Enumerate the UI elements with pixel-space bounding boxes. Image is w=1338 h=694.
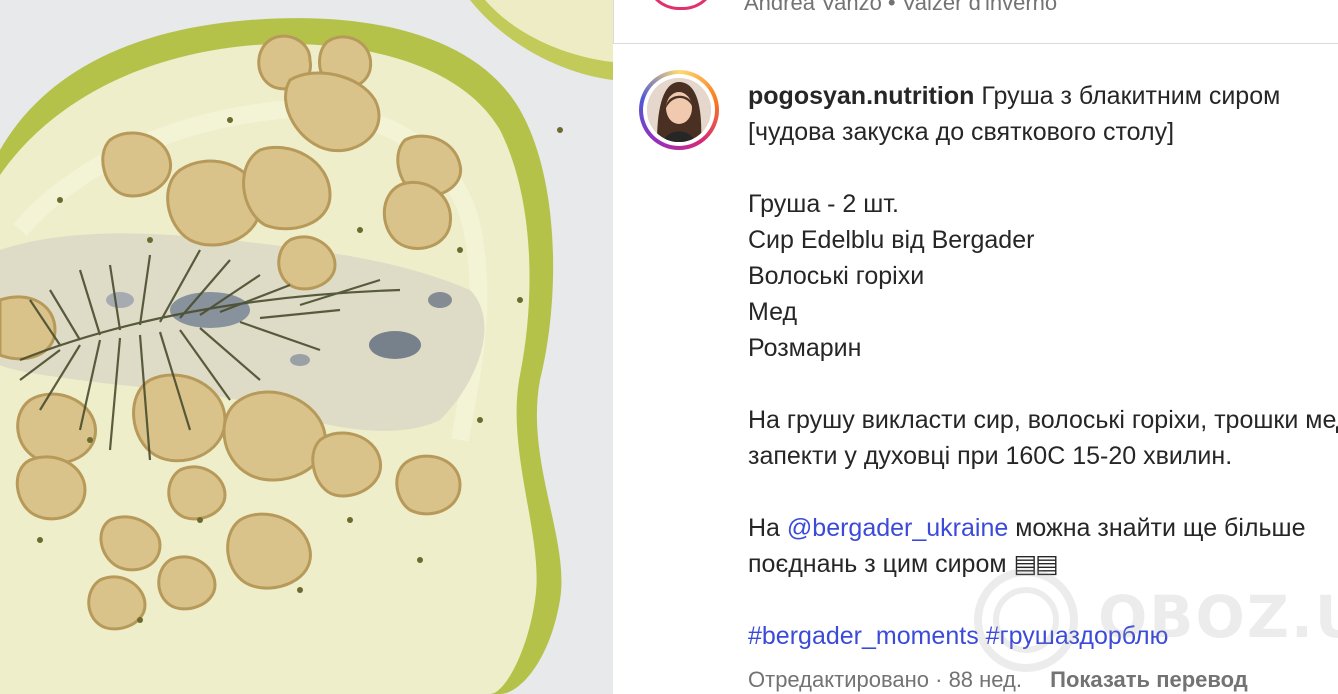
post-photo[interactable] [0, 0, 613, 694]
top-avatar-ring[interactable] [645, 0, 717, 10]
hashtag-link-grushazdorblyu[interactable]: #грушаздорблю [986, 622, 1169, 650]
caption-line-10: запекти у духовці при 160С 15-20 хвилин. [748, 442, 1233, 470]
author-username-link[interactable]: pogosyan.nutrition [748, 82, 974, 110]
author-avatar-story-ring[interactable] [639, 70, 719, 150]
previous-comment-strip: Andrea Vanzo • Valzer d'inverno [613, 0, 1338, 44]
caption-line-0: Груша з блакитним сиром [981, 82, 1281, 110]
caption-line-7: Розмарин [748, 334, 862, 362]
caption-line-9: На грушу викласти сир, волоські горіхи, … [748, 406, 1338, 434]
caption-line-3: Груша - 2 шт. [748, 190, 899, 218]
pear-with-blue-cheese-image [0, 0, 613, 694]
caption-last-line: поєднань з цим сиром [748, 550, 1014, 578]
hashtag-link-bergader-moments[interactable]: #bergader_moments [748, 622, 979, 650]
caption-line-1: [чудова закуска до святкового столу] [748, 118, 1175, 146]
caption-meta: Отредактировано · 88 нед. Показать перев… [748, 667, 1248, 693]
show-translation-button[interactable]: Показать перевод [1050, 667, 1248, 692]
caption-line-6: Мед [748, 298, 798, 326]
mention-link-bergader-ukraine[interactable]: @bergader_ukraine [787, 514, 1008, 542]
mention-prefix: На [748, 514, 787, 542]
mention-suffix: можна знайти ще більше [1008, 514, 1306, 542]
caption-line-5: Волоські горіхи [748, 262, 925, 290]
audio-track-label[interactable]: Andrea Vanzo • Valzer d'inverno [744, 0, 1057, 16]
post-caption: pogosyan.nutrition Груша з блакитним сир… [748, 78, 1338, 654]
post-comments-panel: Andrea Vanzo • Valzer d'inverno pogosyan… [613, 0, 1338, 694]
edited-timestamp[interactable]: Отредактировано · 88 нед. [748, 667, 1022, 692]
avatar[interactable] [647, 78, 711, 142]
author-portrait-image [647, 78, 711, 142]
flag-emoji: ▤▤ [1013, 550, 1059, 578]
caption-line-4: Сир Edelblu від Bergader [748, 226, 1035, 254]
